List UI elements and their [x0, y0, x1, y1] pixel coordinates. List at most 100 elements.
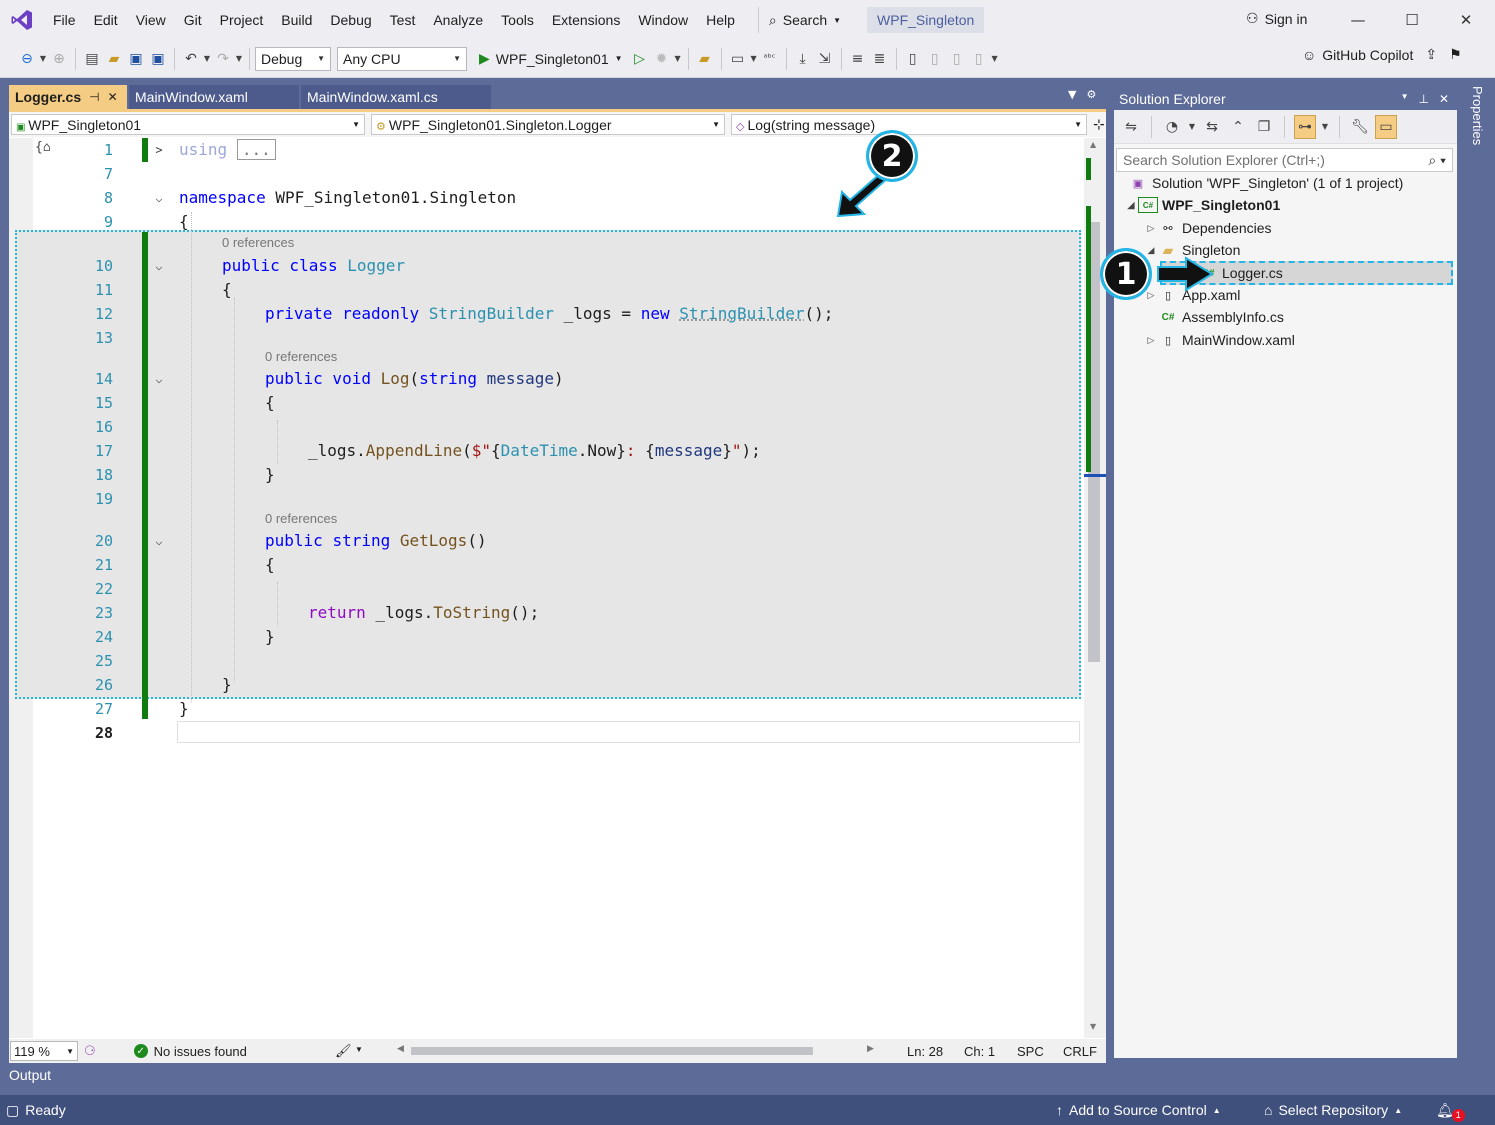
menu-build[interactable]: Build	[272, 0, 321, 40]
dropdown-arrow-icon[interactable]: ▼	[749, 47, 759, 71]
show-all-files-icon[interactable]: ❐	[1253, 115, 1275, 139]
tree-file-assemblyinfo[interactable]: C# AssemblyInfo.cs	[1158, 306, 1284, 328]
solution-folder-icon[interactable]: ▰	[694, 47, 716, 71]
properties-side-tab[interactable]: Properties	[1463, 86, 1485, 166]
dropdown-arrow-icon[interactable]: ▼	[990, 47, 1000, 71]
minimize-button[interactable]: —	[1346, 8, 1370, 32]
line-ending[interactable]: CRLF	[1063, 1044, 1097, 1059]
filter-icon[interactable]: ⊶	[1294, 114, 1316, 139]
code-area[interactable]: {⌂ 1 > using ... 7 8 ⌵ namespace WPF_Sin…	[9, 138, 1081, 1038]
github-copilot-button[interactable]: ☺ GitHub Copilot ⇪ ⚑	[1302, 46, 1462, 63]
collapse-region-icon[interactable]: ⌵	[151, 367, 167, 391]
project-dropdown[interactable]: ▣ WPF_Singleton01 ▼	[11, 114, 365, 135]
close-icon[interactable]: ✕	[108, 90, 118, 104]
clear-bookmarks-icon[interactable]: ▯	[968, 47, 990, 71]
line-position[interactable]: Ln: 28	[907, 1044, 943, 1059]
step-into-icon[interactable]: ⤓	[792, 47, 814, 71]
chevron-down-icon[interactable]: ▼	[1068, 88, 1076, 101]
collapse-arrow-icon[interactable]: ◢	[1144, 245, 1158, 256]
tab-mainwindow-xaml-cs[interactable]: MainWindow.xaml.cs	[301, 85, 491, 109]
layout-icon[interactable]: ▭	[727, 47, 749, 71]
step-over-icon[interactable]: ⇲	[814, 47, 836, 71]
menu-debug[interactable]: Debug	[321, 0, 380, 40]
gear-icon[interactable]: ⚙	[1086, 88, 1096, 101]
code-editor[interactable]: ▣ WPF_Singleton01 ▼ ⚙ WPF_Singleton01.Si…	[9, 109, 1106, 1063]
collapse-region-icon[interactable]: ⌵	[151, 186, 167, 210]
dropdown-arrow-icon[interactable]: ▼	[202, 47, 212, 71]
expand-arrow-icon[interactable]: ▷	[1144, 335, 1158, 346]
collapse-region-icon[interactable]: ⌵	[151, 254, 167, 278]
close-icon[interactable]: ✕	[1439, 92, 1449, 106]
menu-tools[interactable]: Tools	[492, 0, 543, 40]
expand-region-icon[interactable]: >	[151, 138, 167, 162]
next-bookmark-icon[interactable]: ▯	[946, 47, 968, 71]
properties-wrench-icon[interactable]: 🔧︎	[1349, 115, 1371, 139]
platform-select[interactable]: Any CPU ▼	[337, 46, 467, 71]
switch-views-icon[interactable]: ⇋	[1120, 115, 1142, 139]
open-file-icon[interactable]: ▰	[103, 47, 125, 71]
comment-lines-icon[interactable]: ≡	[847, 47, 869, 71]
menu-help[interactable]: Help	[697, 0, 744, 40]
dropdown-arrow-icon[interactable]: ▼	[1187, 115, 1197, 139]
start-without-debugging-icon[interactable]: ▷	[629, 47, 651, 71]
chevron-down-icon[interactable]: ▼	[1401, 92, 1409, 106]
type-dropdown[interactable]: ⚙ WPF_Singleton01.Singleton.Logger ▼	[371, 114, 725, 135]
codelens-references[interactable]: 0 references	[265, 510, 337, 528]
pin-icon[interactable]: ⊣	[89, 90, 99, 104]
dropdown-arrow-icon[interactable]: ▼	[38, 47, 48, 71]
redo-icon[interactable]: ↷	[212, 47, 234, 71]
scroll-down-icon[interactable]: ▼	[1090, 1022, 1096, 1031]
new-project-icon[interactable]: ▤	[81, 47, 103, 71]
dropdown-arrow-icon[interactable]: ▼	[673, 47, 683, 71]
tab-logger-cs[interactable]: Logger.cs ⊣ ✕	[9, 85, 127, 109]
tree-solution[interactable]: ▣ Solution 'WPF_Singleton' (1 of 1 proje…	[1128, 172, 1403, 194]
menu-view[interactable]: View	[127, 0, 175, 40]
search-button[interactable]: ⌕ Search ▼	[757, 7, 851, 33]
split-editor-icon[interactable]: ⊹	[1093, 117, 1105, 133]
menu-analyze[interactable]: Analyze	[424, 0, 492, 40]
share-icon[interactable]: ⇪	[1425, 46, 1437, 63]
menu-file[interactable]: File	[44, 0, 85, 40]
whitespace-mode[interactable]: SPC	[1017, 1044, 1044, 1059]
sign-in-button[interactable]: ⚇ Sign in	[1246, 10, 1307, 27]
save-icon[interactable]: ▣	[125, 47, 147, 71]
collapse-region-icon[interactable]: ⌵	[151, 529, 167, 553]
menu-project[interactable]: Project	[211, 0, 273, 40]
solution-explorer-search[interactable]: Search Solution Explorer (Ctrl+;) ⌕ ▾	[1116, 148, 1453, 172]
preview-icon[interactable]: ▭	[1375, 114, 1397, 139]
select-repository-button[interactable]: ⌂ Select Repository ▲	[1264, 1102, 1402, 1118]
menu-extensions[interactable]: Extensions	[543, 0, 629, 40]
output-tab[interactable]: Output	[0, 1063, 1495, 1093]
spell-check-icon[interactable]: ᵃᵇᶜ	[759, 47, 781, 71]
menu-git[interactable]: Git	[175, 0, 211, 40]
collapse-arrow-icon[interactable]: ◢	[1124, 200, 1138, 211]
codelens-references[interactable]: 0 references	[265, 348, 337, 366]
close-window-button[interactable]: ✕	[1454, 8, 1478, 32]
bookmark-icon[interactable]: ▯	[902, 47, 924, 71]
uncomment-lines-icon[interactable]: ≣	[869, 47, 891, 71]
menu-test[interactable]: Test	[381, 0, 425, 40]
configuration-select[interactable]: Debug ▼	[255, 46, 331, 71]
menu-edit[interactable]: Edit	[85, 0, 127, 40]
tree-dependencies[interactable]: ▷ ⚯ Dependencies	[1144, 217, 1272, 239]
expand-arrow-icon[interactable]: ▷	[1144, 223, 1158, 234]
issues-indicator[interactable]: ✓ No issues found	[133, 1044, 247, 1059]
navigate-forward-icon[interactable]: ⊕	[48, 47, 70, 71]
feedback-icon[interactable]: ⚑	[1449, 46, 1462, 63]
dropdown-arrow-icon[interactable]: ▼	[234, 47, 244, 71]
scroll-left-icon[interactable]: ◀	[397, 1043, 404, 1054]
visual-studio-logo-icon[interactable]	[0, 0, 44, 40]
scroll-up-icon[interactable]: ▲	[1090, 140, 1096, 149]
sync-icon[interactable]: ⇆	[1201, 115, 1223, 139]
previous-bookmark-icon[interactable]: ▯	[924, 47, 946, 71]
menu-window[interactable]: Window	[629, 0, 697, 40]
hot-reload-icon[interactable]: ✹	[651, 47, 673, 71]
scroll-right-icon[interactable]: ▶	[867, 1043, 874, 1054]
tree-project[interactable]: ◢ C# WPF_Singleton01	[1124, 194, 1280, 216]
chevron-down-icon[interactable]: ▼	[355, 1045, 363, 1054]
tab-mainwindow-xaml[interactable]: MainWindow.xaml	[129, 85, 299, 109]
codelens-references[interactable]: 0 references	[222, 234, 294, 252]
dropdown-arrow-icon[interactable]: ▼	[1320, 115, 1330, 139]
code-cleanup-icon[interactable]: 🖌︎	[335, 1043, 352, 1059]
char-position[interactable]: Ch: 1	[964, 1044, 995, 1059]
